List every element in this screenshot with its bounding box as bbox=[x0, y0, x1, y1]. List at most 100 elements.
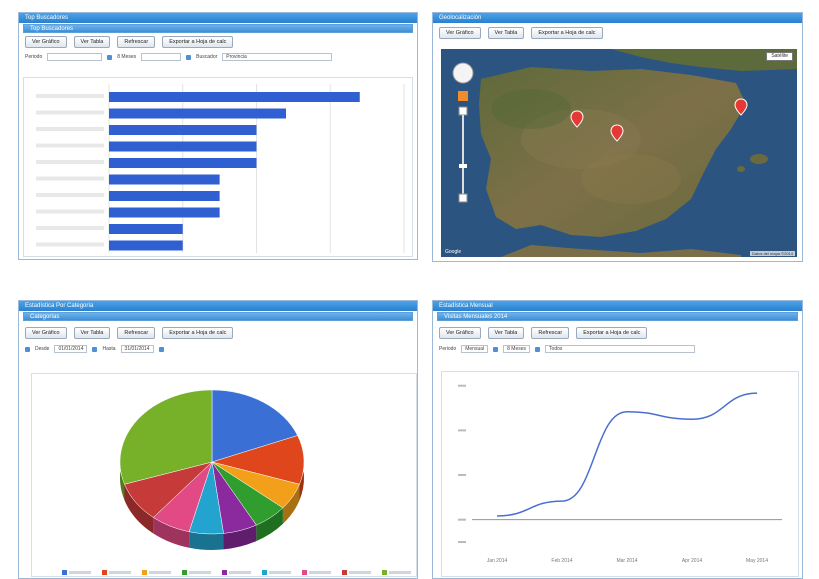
pie-slice-side bbox=[189, 531, 224, 550]
calendar-icon[interactable] bbox=[107, 54, 113, 60]
map-view[interactable]: Satélite Google Datos del mapa ©2014 bbox=[441, 49, 797, 257]
period-select[interactable] bbox=[47, 53, 103, 61]
map-view-chart-button[interactable]: Ver Gráfico bbox=[439, 27, 481, 39]
bar-panel: Top Buscadores Top Buscadores Ver Gráfic… bbox=[18, 12, 418, 260]
bar bbox=[109, 158, 257, 168]
period-label: Periodo bbox=[25, 54, 43, 60]
to-calendar-icon[interactable] bbox=[158, 346, 164, 352]
pie-export-button[interactable]: Exportar a Hoja de calc bbox=[162, 327, 234, 339]
pie-chart bbox=[62, 389, 411, 575]
pie-panel-title: Estadística Por Categoría bbox=[19, 301, 417, 311]
export-button[interactable]: Exportar a Hoja de calc bbox=[162, 36, 234, 48]
province-select[interactable]: Provincia bbox=[222, 53, 333, 61]
bar bbox=[109, 92, 360, 102]
line-series bbox=[496, 392, 758, 517]
pie-legend-label bbox=[149, 571, 171, 574]
bar-category-label bbox=[36, 143, 104, 148]
line-chart: Jan 2014 Feb 2014 Mar 2014 Apr 2014 May 2014 bbox=[458, 384, 782, 564]
bar bbox=[109, 224, 183, 234]
pie-legend-label bbox=[229, 571, 251, 574]
line-view-chart-button[interactable]: Ver Gráfico bbox=[439, 327, 481, 339]
pie-view-chart-button[interactable]: Ver Gráfico bbox=[25, 327, 67, 339]
line-y-tick bbox=[458, 384, 466, 387]
view-table-button[interactable]: Ver Tabla bbox=[73, 36, 111, 48]
search-engine-icon[interactable] bbox=[186, 54, 192, 60]
mallorca-island bbox=[750, 154, 768, 164]
line-panel-subtitle: Visitas Mensuales 2014 bbox=[437, 312, 798, 321]
months-select-box[interactable] bbox=[141, 53, 182, 61]
line-y-tick bbox=[458, 541, 466, 543]
bar bbox=[109, 174, 220, 185]
from-label: Desde bbox=[35, 346, 50, 352]
line-refresh-button[interactable]: Refrescar bbox=[531, 327, 570, 339]
bar-category-label bbox=[36, 193, 104, 197]
map-type-button[interactable]: Satélite bbox=[766, 52, 793, 61]
bar bbox=[109, 240, 183, 251]
search-engine-select[interactable]: Buscador bbox=[196, 54, 217, 60]
line-export-button[interactable]: Exportar a Hoja de calc bbox=[576, 327, 648, 339]
map-view-table-button[interactable]: Ver Tabla bbox=[487, 27, 525, 39]
to-date-input[interactable]: 31/01/2014 bbox=[120, 345, 154, 353]
from-checkbox-icon[interactable] bbox=[25, 346, 30, 352]
pie-legend-swatch bbox=[62, 570, 67, 575]
line-panel-toolbar: Ver Gráfico Ver Tabla Refrescar Exportar… bbox=[433, 321, 802, 343]
line-chart-area: Jan 2014 Feb 2014 Mar 2014 Apr 2014 May 2014 bbox=[441, 371, 799, 577]
line-filter-icon[interactable] bbox=[535, 346, 541, 352]
from-calendar-icon[interactable] bbox=[92, 346, 98, 352]
view-chart-button[interactable]: Ver Gráfico bbox=[25, 36, 67, 48]
map-panel-title: Geolocalización bbox=[433, 13, 802, 23]
pie-legend-label bbox=[69, 571, 91, 574]
zoom-out-icon[interactable] bbox=[458, 193, 468, 203]
bar-category-label bbox=[36, 176, 104, 181]
pie-legend-swatch bbox=[222, 570, 227, 575]
line-x-tick-label: Apr 2014 bbox=[682, 558, 703, 564]
pie-legend-swatch bbox=[142, 570, 147, 575]
refresh-button[interactable]: Refrescar bbox=[117, 36, 156, 48]
zoom-slider-thumb[interactable] bbox=[459, 164, 467, 168]
pie-refresh-button[interactable]: Refrescar bbox=[117, 327, 156, 339]
bar-panel-filters: Periodo 8 Meses Buscador Provincia bbox=[19, 51, 417, 63]
bar bbox=[109, 141, 257, 152]
line-y-tick bbox=[458, 474, 466, 477]
pie-panel-subtitle: Categorías bbox=[23, 312, 413, 321]
line-category-select[interactable]: Todos bbox=[545, 345, 696, 353]
street-view-icon[interactable] bbox=[458, 91, 468, 101]
pie-legend-swatch bbox=[302, 570, 307, 575]
zoom-in-icon[interactable] bbox=[458, 106, 468, 116]
bar-chart-area bbox=[23, 77, 413, 257]
bar-panel-title: Top Buscadores bbox=[19, 13, 417, 23]
line-view-table-button[interactable]: Ver Tabla bbox=[487, 327, 525, 339]
line-period-select[interactable]: Mensual bbox=[461, 345, 489, 353]
bar-chart bbox=[36, 84, 405, 253]
bar-category-label bbox=[36, 209, 104, 214]
line-months-icon[interactable] bbox=[493, 346, 499, 352]
map-attribution: Datos del mapa ©2014 bbox=[750, 251, 795, 256]
pie-legend-swatch bbox=[342, 570, 347, 575]
pie-view-table-button[interactable]: Ver Tabla bbox=[73, 327, 111, 339]
satellite-map bbox=[441, 49, 797, 257]
months-select[interactable]: 8 Meses bbox=[117, 54, 136, 60]
bar-category-label bbox=[36, 127, 104, 131]
line-months-select[interactable]: 8 Meses bbox=[503, 345, 531, 353]
line-panel: Estadística Mensual Visitas Mensuales 20… bbox=[432, 300, 803, 579]
line-x-tick-label: May 2014 bbox=[746, 558, 768, 564]
bar-category-label bbox=[36, 110, 104, 115]
pie-legend-label bbox=[349, 571, 371, 574]
from-date-input[interactable]: 01/01/2014 bbox=[54, 345, 88, 353]
bar bbox=[109, 207, 220, 218]
line-panel-title: Estadística Mensual bbox=[433, 301, 802, 311]
map-export-button[interactable]: Exportar a Hoja de calc bbox=[531, 27, 603, 39]
pie-panel: Estadística Por Categoría Categorías Ver… bbox=[18, 300, 418, 579]
pie-legend-swatch bbox=[382, 570, 387, 575]
bar-panel-subtitle: Top Buscadores bbox=[23, 24, 413, 33]
bar-panel-toolbar: Ver Gráfico Ver Tabla Refrescar Exportar… bbox=[19, 33, 417, 51]
pie-chart-area bbox=[31, 373, 417, 577]
pan-control-icon[interactable] bbox=[452, 62, 474, 84]
line-panel-filters: Periodo Mensual 8 Meses Todos bbox=[433, 343, 802, 355]
line-period-label: Periodo bbox=[439, 346, 457, 352]
to-label: Hasta bbox=[102, 346, 116, 352]
pie-legend-swatch bbox=[262, 570, 267, 575]
bar-category-label bbox=[36, 160, 104, 164]
bar bbox=[109, 108, 286, 119]
line-x-tick-label: Jan 2014 bbox=[487, 558, 508, 564]
